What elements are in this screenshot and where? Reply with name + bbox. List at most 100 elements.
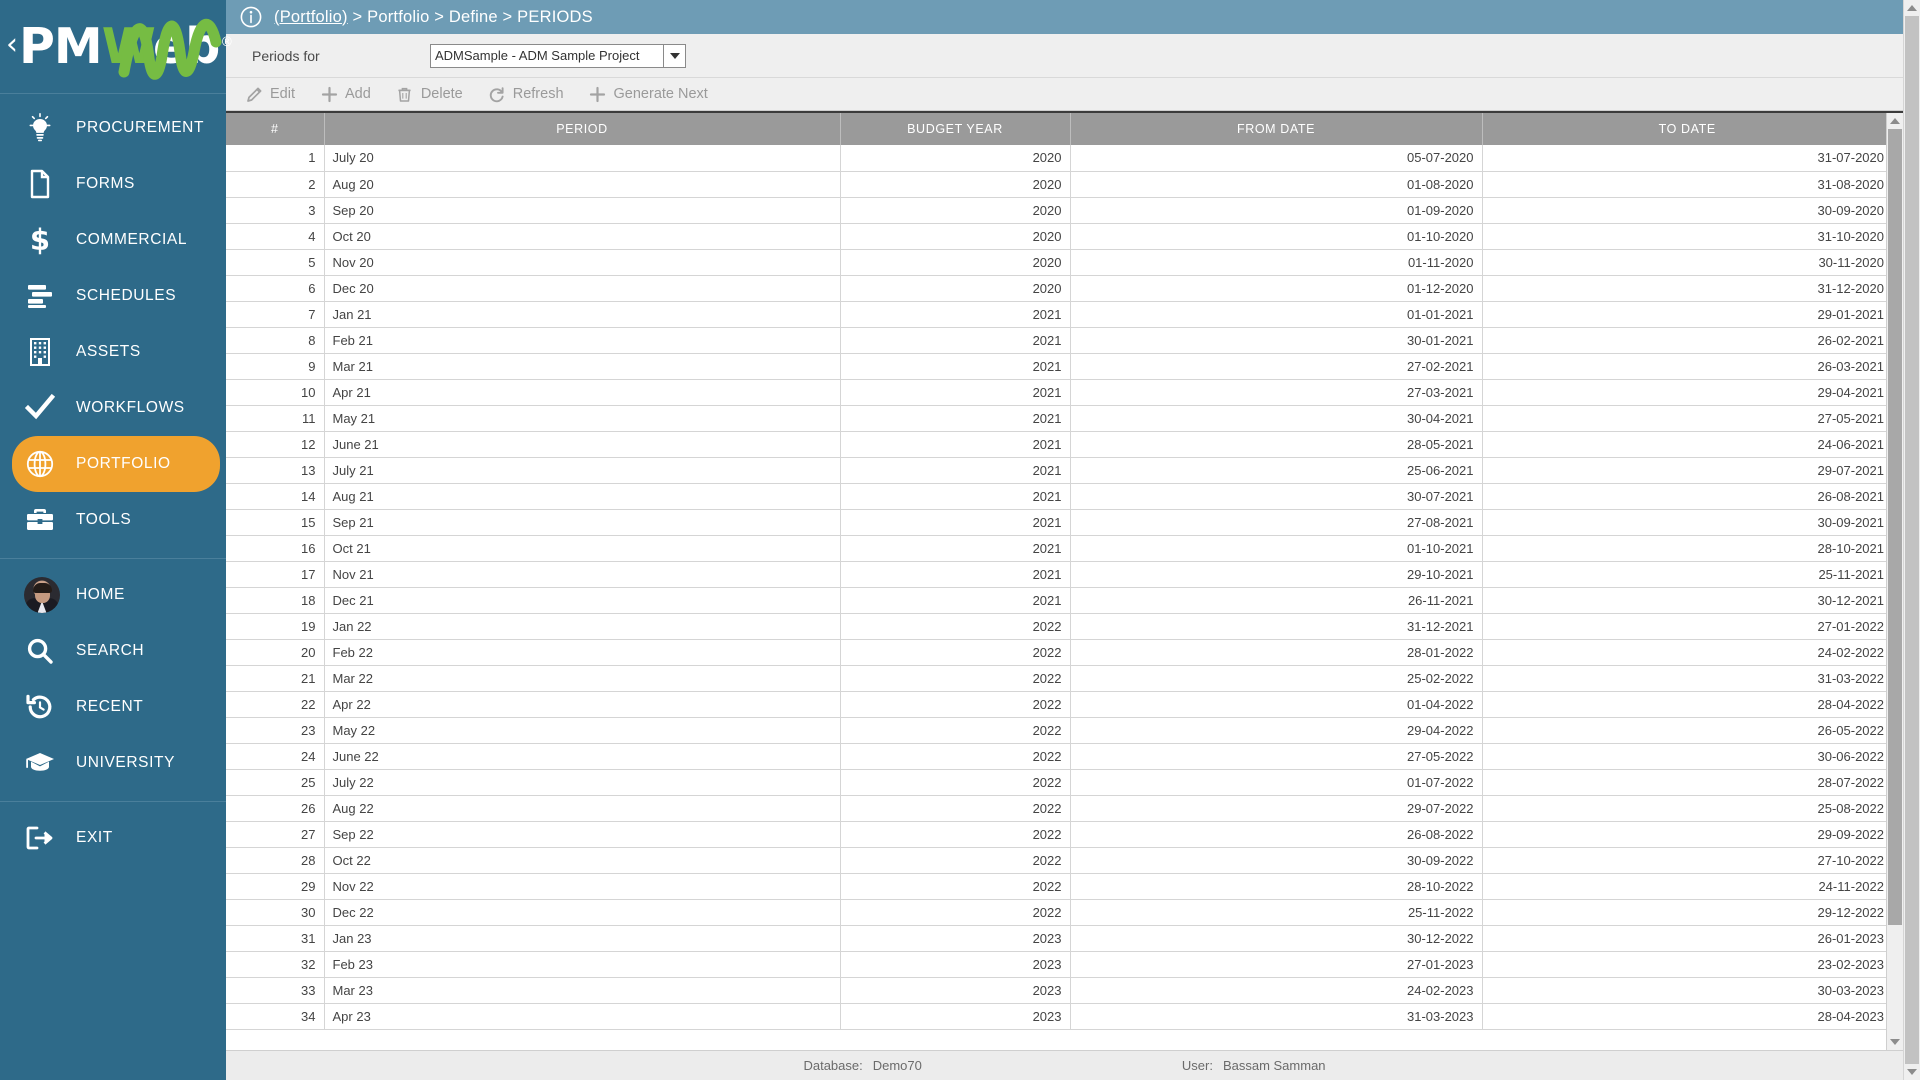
sidebar-item-recent[interactable]: RECENT <box>0 679 226 735</box>
sidebar-item-portfolio[interactable]: PORTFOLIO <box>12 436 220 492</box>
project-select[interactable]: ADMSample - ADM Sample Project <box>430 43 686 68</box>
table-row[interactable]: 9 Mar 21 2021 27-02-2021 26-03-2021 <box>226 353 1886 380</box>
table-row[interactable]: 24 June 22 2022 27-05-2022 30-06-2022 <box>226 743 1886 770</box>
sidebar-item-home[interactable]: HOME <box>0 567 226 623</box>
table-row[interactable]: 1 July 20 2020 05-07-2020 31-07-2020 <box>226 145 1886 172</box>
table-row[interactable]: 14 Aug 21 2021 30-07-2021 26-08-2021 <box>226 483 1886 510</box>
grid-scroll-thumb[interactable] <box>1888 129 1902 926</box>
cell-period: July 21 <box>324 457 841 484</box>
app-logo[interactable]: ‹ PMWeb® <box>0 0 233 93</box>
cell-number: 29 <box>226 873 325 900</box>
cell-from-date: 27-01-2023 <box>1070 951 1483 978</box>
plus-icon <box>588 85 608 103</box>
cell-period: June 22 <box>324 743 841 770</box>
column-header-number[interactable]: # <box>226 113 325 145</box>
project-select-value[interactable]: ADMSample - ADM Sample Project <box>431 44 663 67</box>
app-root: ‹ PMWeb® PROCUREMENT FORMS $ COMMERCIAL … <box>0 0 1920 1080</box>
cell-to-date: 30-12-2021 <box>1482 587 1886 614</box>
sidebar-item-procurement[interactable]: PROCUREMENT <box>0 100 226 156</box>
table-row[interactable]: 13 July 21 2021 25-06-2021 29-07-2021 <box>226 457 1886 484</box>
table-row[interactable]: 29 Nov 22 2022 28-10-2022 24-11-2022 <box>226 873 1886 900</box>
table-row[interactable]: 16 Oct 21 2021 01-10-2021 28-10-2021 <box>226 535 1886 562</box>
svg-text:$: $ <box>30 224 50 256</box>
table-row[interactable]: 27 Sep 22 2022 26-08-2022 29-09-2022 <box>226 821 1886 848</box>
cell-number: 15 <box>226 509 325 536</box>
column-header-budget-year[interactable]: BUDGET YEAR <box>840 113 1071 145</box>
sidebar-item-commercial[interactable]: $ COMMERCIAL <box>0 212 226 268</box>
refresh-button[interactable]: Refresh <box>481 81 576 107</box>
table-row[interactable]: 7 Jan 21 2021 01-01-2021 29-01-2021 <box>226 301 1886 328</box>
column-header-from-date[interactable]: FROM DATE <box>1070 113 1483 145</box>
table-row[interactable]: 25 July 22 2022 01-07-2022 28-07-2022 <box>226 769 1886 796</box>
sidebar-item-label: UNIVERSITY <box>76 754 176 771</box>
sidebar-item-workflows[interactable]: WORKFLOWS <box>0 380 226 436</box>
cell-from-date: 31-12-2021 <box>1070 613 1483 640</box>
cell-budget-year: 2022 <box>840 639 1071 666</box>
table-row[interactable]: 30 Dec 22 2022 25-11-2022 29-12-2022 <box>226 899 1886 926</box>
table-row[interactable]: 26 Aug 22 2022 29-07-2022 25-08-2022 <box>226 795 1886 822</box>
page-scroll-up-arrow-icon[interactable] <box>1904 0 1920 16</box>
table-row[interactable]: 33 Mar 23 2023 24-02-2023 30-03-2023 <box>226 977 1886 1004</box>
generate-next-button[interactable]: Generate Next <box>582 81 720 107</box>
add-button[interactable]: Add <box>313 81 383 107</box>
cell-from-date: 01-07-2022 <box>1070 769 1483 796</box>
cell-from-date: 01-09-2020 <box>1070 197 1483 224</box>
table-row[interactable]: 10 Apr 21 2021 27-03-2021 29-04-2021 <box>226 379 1886 406</box>
cell-to-date: 23-02-2023 <box>1482 951 1886 978</box>
scroll-down-arrow-icon[interactable] <box>1887 1034 1903 1050</box>
scroll-up-arrow-icon[interactable] <box>1887 113 1903 129</box>
table-row[interactable]: 21 Mar 22 2022 25-02-2022 31-03-2022 <box>226 665 1886 692</box>
page-scroll-thumb[interactable] <box>1905 16 1919 1064</box>
table-row[interactable]: 34 Apr 23 2023 31-03-2023 28-04-2023 <box>226 1003 1886 1030</box>
cell-to-date: 30-11-2020 <box>1482 249 1886 276</box>
table-row[interactable]: 31 Jan 23 2023 30-12-2022 26-01-2023 <box>226 925 1886 952</box>
sidebar-item-search[interactable]: SEARCH <box>0 623 226 679</box>
table-row[interactable]: 28 Oct 22 2022 30-09-2022 27-10-2022 <box>226 847 1886 874</box>
sidebar-item-assets[interactable]: ASSETS <box>0 324 226 380</box>
cell-period: June 21 <box>324 431 841 458</box>
page-scroll-down-arrow-icon[interactable] <box>1904 1064 1920 1080</box>
table-row[interactable]: 6 Dec 20 2020 01-12-2020 31-12-2020 <box>226 275 1886 302</box>
column-header-period[interactable]: PERIOD <box>324 113 841 145</box>
table-row[interactable]: 2 Aug 20 2020 01-08-2020 31-08-2020 <box>226 171 1886 198</box>
cell-budget-year: 2021 <box>840 353 1071 380</box>
cell-period: Apr 23 <box>324 1003 841 1030</box>
table-row[interactable]: 4 Oct 20 2020 01-10-2020 31-10-2020 <box>226 223 1886 250</box>
delete-button-label: Delete <box>420 86 463 102</box>
cell-period: Aug 21 <box>324 483 841 510</box>
table-row[interactable]: 22 Apr 22 2022 01-04-2022 28-04-2022 <box>226 691 1886 718</box>
cell-period: Mar 21 <box>324 353 841 380</box>
table-row[interactable]: 8 Feb 21 2021 30-01-2021 26-02-2021 <box>226 327 1886 354</box>
sidebar-item-tools[interactable]: TOOLS <box>0 492 226 548</box>
table-row[interactable]: 23 May 22 2022 29-04-2022 26-05-2022 <box>226 717 1886 744</box>
breadcrumb-link-portfolio[interactable]: (Portfolio) <box>274 8 348 26</box>
sidebar-item-schedules[interactable]: SCHEDULES <box>0 268 226 324</box>
table-row[interactable]: 32 Feb 23 2023 27-01-2023 23-02-2023 <box>226 951 1886 978</box>
table-row[interactable]: 15 Sep 21 2021 27-08-2021 30-09-2021 <box>226 509 1886 536</box>
chevron-down-icon[interactable] <box>663 44 685 67</box>
table-row[interactable]: 12 June 21 2021 28-05-2021 24-06-2021 <box>226 431 1886 458</box>
sidebar-item-university[interactable]: UNIVERSITY <box>0 735 226 791</box>
edit-button[interactable]: Edit <box>238 81 307 107</box>
cell-from-date: 01-08-2020 <box>1070 171 1483 198</box>
sidebar: ‹ PMWeb® PROCUREMENT FORMS $ COMMERCIAL … <box>0 0 233 1080</box>
cell-to-date: 30-06-2022 <box>1482 743 1886 770</box>
delete-button[interactable]: Delete <box>389 81 475 107</box>
info-icon[interactable] <box>240 6 262 28</box>
table-row[interactable]: 11 May 21 2021 30-04-2021 27-05-2021 <box>226 405 1886 432</box>
table-row[interactable]: 17 Nov 21 2021 29-10-2021 25-11-2021 <box>226 561 1886 588</box>
column-header-to-date[interactable]: TO DATE <box>1482 113 1886 145</box>
table-row[interactable]: 20 Feb 22 2022 28-01-2022 24-02-2022 <box>226 639 1886 666</box>
collapse-sidebar-icon[interactable]: ‹ <box>6 29 18 60</box>
table-row[interactable]: 19 Jan 22 2022 31-12-2021 27-01-2022 <box>226 613 1886 640</box>
page-scrollbar[interactable] <box>1903 0 1920 1080</box>
table-row[interactable]: 18 Dec 21 2021 26-11-2021 30-12-2021 <box>226 587 1886 614</box>
grid-scroll-track[interactable] <box>1887 129 1903 1034</box>
cell-number: 24 <box>226 743 325 770</box>
table-row[interactable]: 5 Nov 20 2020 01-11-2020 30-11-2020 <box>226 249 1886 276</box>
sidebar-item-forms[interactable]: FORMS <box>0 156 226 212</box>
grid-scroll-region: # PERIOD BUDGET YEAR FROM DATE TO DATE 1… <box>226 113 1886 1050</box>
grid-vertical-scrollbar[interactable] <box>1886 113 1903 1050</box>
sidebar-item-exit[interactable]: EXIT <box>0 810 226 866</box>
table-row[interactable]: 3 Sep 20 2020 01-09-2020 30-09-2020 <box>226 197 1886 224</box>
